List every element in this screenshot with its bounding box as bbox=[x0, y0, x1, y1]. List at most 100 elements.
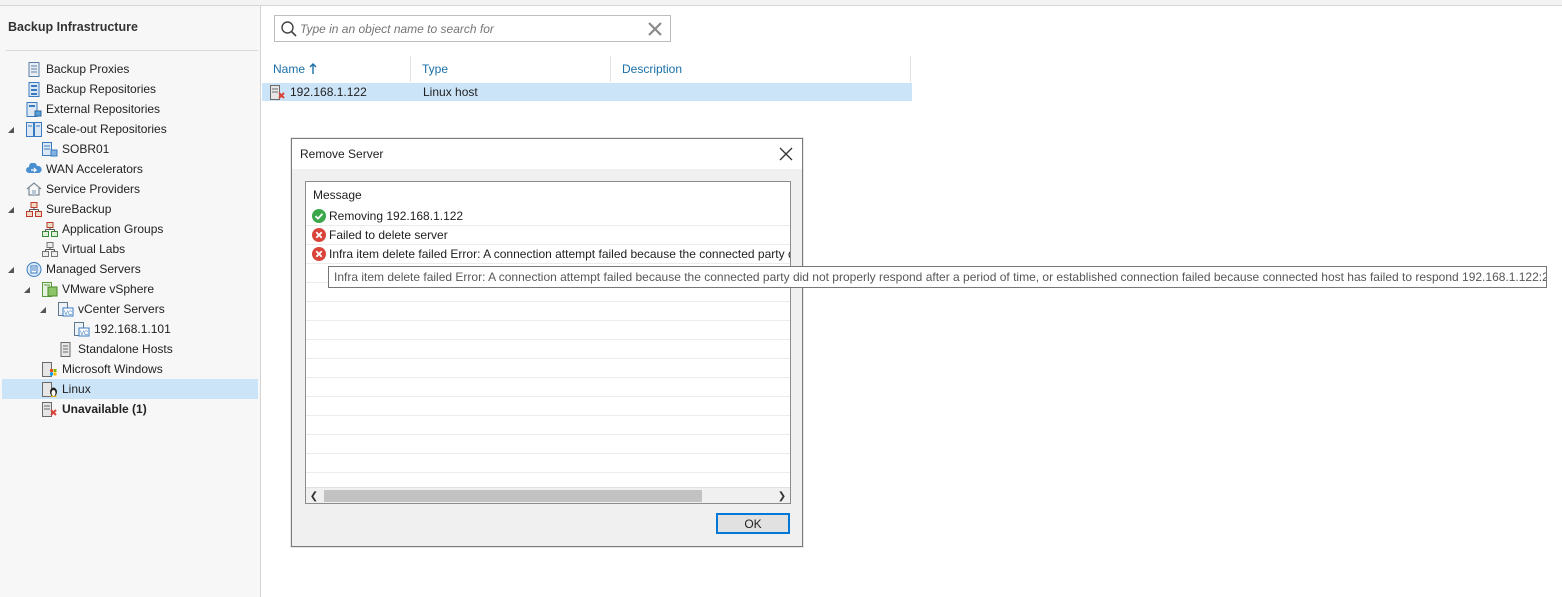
list-item[interactable]: Removing 192.168.1.122 bbox=[306, 207, 790, 226]
virtual-lab-icon bbox=[42, 241, 58, 257]
tree-item-vcenter-host[interactable]: VC 192.168.1.101 bbox=[74, 319, 258, 339]
tree-item-surebackup[interactable]: ◢ SureBackup bbox=[6, 199, 258, 219]
horizontal-scrollbar[interactable]: ❮ ❯ bbox=[306, 487, 790, 503]
column-header-label: Name bbox=[273, 62, 306, 76]
expand-arrow-icon[interactable]: ◢ bbox=[22, 285, 32, 294]
column-header-name[interactable]: Name bbox=[262, 56, 411, 82]
empty-row bbox=[306, 454, 790, 473]
search-icon[interactable] bbox=[278, 18, 300, 40]
message-tooltip: Infra item delete failed Error: A connec… bbox=[328, 266, 1547, 288]
tree-item-linux[interactable]: Linux bbox=[2, 379, 258, 399]
clear-search-icon[interactable] bbox=[645, 19, 665, 39]
sort-ascending-icon bbox=[309, 63, 317, 75]
empty-row bbox=[306, 321, 790, 340]
tree-item-external-repositories[interactable]: External Repositories bbox=[26, 99, 258, 119]
surebackup-icon bbox=[26, 201, 42, 217]
tree-item-scaleout-repositories[interactable]: ◢ Scale-out Repositories bbox=[6, 119, 258, 139]
tree-item-label: Virtual Labs bbox=[62, 242, 126, 256]
tree-item-backup-proxies[interactable]: Backup Proxies bbox=[26, 59, 258, 79]
grid-header: Name Type Description bbox=[262, 56, 912, 82]
standalone-host-icon bbox=[58, 341, 74, 357]
empty-row bbox=[306, 302, 790, 321]
search-box bbox=[274, 15, 671, 42]
expand-arrow-icon[interactable]: ◢ bbox=[6, 205, 16, 214]
column-header-description[interactable]: Description bbox=[611, 56, 911, 82]
tree-item-label: Application Groups bbox=[62, 222, 164, 236]
scroll-right-icon[interactable]: ❯ bbox=[774, 488, 790, 504]
tree-item-label: Backup Repositories bbox=[46, 82, 157, 96]
tree-item-label: External Repositories bbox=[46, 102, 161, 116]
tree-item-sobr01[interactable]: SOBR01 bbox=[42, 139, 258, 159]
tree-item-label: Unavailable (1) bbox=[62, 402, 147, 416]
tree-item-managed-servers[interactable]: ◢ Managed Servers bbox=[6, 259, 258, 279]
remove-server-dialog: Remove Server Message Removing 192.168.1… bbox=[291, 138, 803, 547]
message-text: Infra item delete failed Error: A connec… bbox=[329, 247, 790, 261]
wan-accelerator-icon bbox=[26, 161, 42, 177]
tree-item-label: Scale-out Repositories bbox=[46, 122, 167, 136]
backup-repository-icon bbox=[26, 81, 42, 97]
tree-item-vcenter-servers[interactable]: ◢ VC vCenter Servers bbox=[38, 299, 258, 319]
unavailable-server-icon bbox=[42, 401, 58, 417]
message-column-header: Message bbox=[313, 188, 362, 202]
left-panel: Backup Infrastructure Backup Proxies Bac… bbox=[0, 6, 261, 597]
cell-name: 192.168.1.122 bbox=[270, 83, 420, 101]
expand-arrow-icon[interactable]: ◢ bbox=[38, 305, 48, 314]
tree-item-label: 192.168.1.101 bbox=[94, 322, 171, 336]
vmware-vsphere-icon bbox=[42, 281, 58, 297]
scaleout-repository-icon bbox=[26, 121, 42, 137]
empty-row bbox=[306, 359, 790, 378]
tree-item-label: Microsoft Windows bbox=[62, 362, 163, 376]
application-group-icon bbox=[42, 221, 58, 237]
scrollbar-thumb[interactable] bbox=[324, 490, 702, 502]
unavailable-server-icon bbox=[270, 84, 286, 100]
windows-server-icon bbox=[42, 361, 58, 377]
tree-item-unavailable[interactable]: Unavailable (1) bbox=[42, 399, 258, 419]
search-input[interactable] bbox=[300, 21, 630, 36]
empty-row bbox=[306, 378, 790, 397]
svg-text:VC: VC bbox=[80, 331, 89, 337]
success-check-icon bbox=[312, 209, 326, 223]
tree-item-application-groups[interactable]: Application Groups bbox=[42, 219, 258, 239]
managed-servers-icon bbox=[26, 261, 42, 277]
left-panel-title: Backup Infrastructure bbox=[8, 20, 138, 34]
linux-icon bbox=[42, 381, 58, 397]
tree-item-label: WAN Accelerators bbox=[46, 162, 143, 176]
tree-item-label: VMware vSphere bbox=[62, 282, 155, 296]
table-row[interactable]: 192.168.1.122 Linux host bbox=[262, 83, 912, 101]
close-icon[interactable] bbox=[776, 144, 796, 164]
tree-item-label: Managed Servers bbox=[46, 262, 141, 276]
expand-arrow-icon[interactable]: ◢ bbox=[6, 125, 16, 134]
tree-item-microsoft-windows[interactable]: Microsoft Windows bbox=[42, 359, 258, 379]
tree-item-service-providers[interactable]: Service Providers bbox=[26, 179, 258, 199]
tree-item-vmware-vsphere[interactable]: ◢ VMware vSphere bbox=[22, 279, 258, 299]
service-provider-icon bbox=[26, 181, 42, 197]
cell-description bbox=[623, 83, 903, 101]
empty-row bbox=[306, 340, 790, 359]
empty-row bbox=[306, 397, 790, 416]
backup-proxy-icon bbox=[26, 61, 42, 77]
sobr-icon bbox=[42, 141, 58, 157]
expand-arrow-icon[interactable]: ◢ bbox=[6, 265, 16, 274]
tree-item-backup-repositories[interactable]: Backup Repositories bbox=[26, 79, 258, 99]
error-x-icon bbox=[312, 247, 326, 261]
tree-item-standalone-hosts[interactable]: Standalone Hosts bbox=[58, 339, 258, 359]
tree-item-virtual-labs[interactable]: Virtual Labs bbox=[42, 239, 258, 259]
vcenter-servers-icon: VC bbox=[58, 301, 74, 317]
divider bbox=[6, 50, 258, 51]
tree-item-label: SureBackup bbox=[46, 202, 112, 216]
tree-item-label: SOBR01 bbox=[62, 142, 110, 156]
tree-item-label: Service Providers bbox=[46, 182, 141, 196]
list-item[interactable]: Failed to delete server bbox=[306, 226, 790, 245]
scroll-left-icon[interactable]: ❮ bbox=[306, 488, 322, 504]
ok-button[interactable]: OK bbox=[716, 513, 790, 534]
column-header-type[interactable]: Type bbox=[411, 56, 611, 82]
error-x-icon bbox=[312, 228, 326, 242]
empty-row bbox=[306, 435, 790, 454]
list-item[interactable]: Infra item delete failed Error: A connec… bbox=[306, 245, 790, 264]
cell-name-text: 192.168.1.122 bbox=[290, 85, 367, 99]
tree-item-wan-accelerators[interactable]: WAN Accelerators bbox=[26, 159, 258, 179]
message-list[interactable]: Message Removing 192.168.1.122 Failed to… bbox=[305, 181, 791, 504]
column-header-label: Type bbox=[422, 62, 449, 76]
vcenter-server-icon: VC bbox=[74, 321, 90, 337]
message-text: Failed to delete server bbox=[329, 228, 448, 242]
